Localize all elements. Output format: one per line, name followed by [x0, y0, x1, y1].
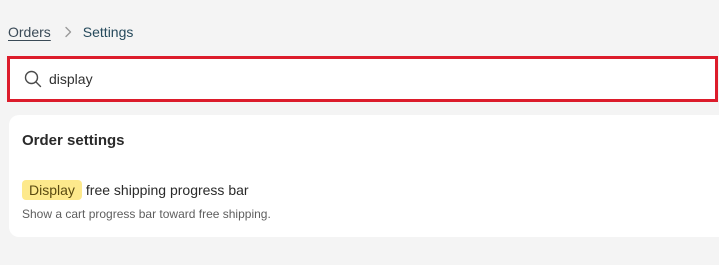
search-box[interactable]: [7, 56, 718, 102]
breadcrumb-orders-link[interactable]: Orders: [8, 24, 51, 40]
breadcrumb-current: Settings: [82, 24, 134, 40]
order-settings-card: Order settings Display free shipping pro…: [9, 115, 719, 237]
search-result-item[interactable]: Display free shipping progress bar: [22, 179, 249, 201]
search-result-description: Show a cart progress bar toward free shi…: [22, 207, 271, 221]
chevron-right-icon: [61, 25, 75, 39]
search-result-title: free shipping progress bar: [85, 182, 249, 198]
search-icon: [24, 70, 42, 88]
search-match-highlight: Display: [22, 180, 82, 200]
breadcrumb: Orders Settings: [8, 23, 133, 41]
search-input[interactable]: [49, 67, 649, 91]
section-title: Order settings: [22, 132, 125, 149]
